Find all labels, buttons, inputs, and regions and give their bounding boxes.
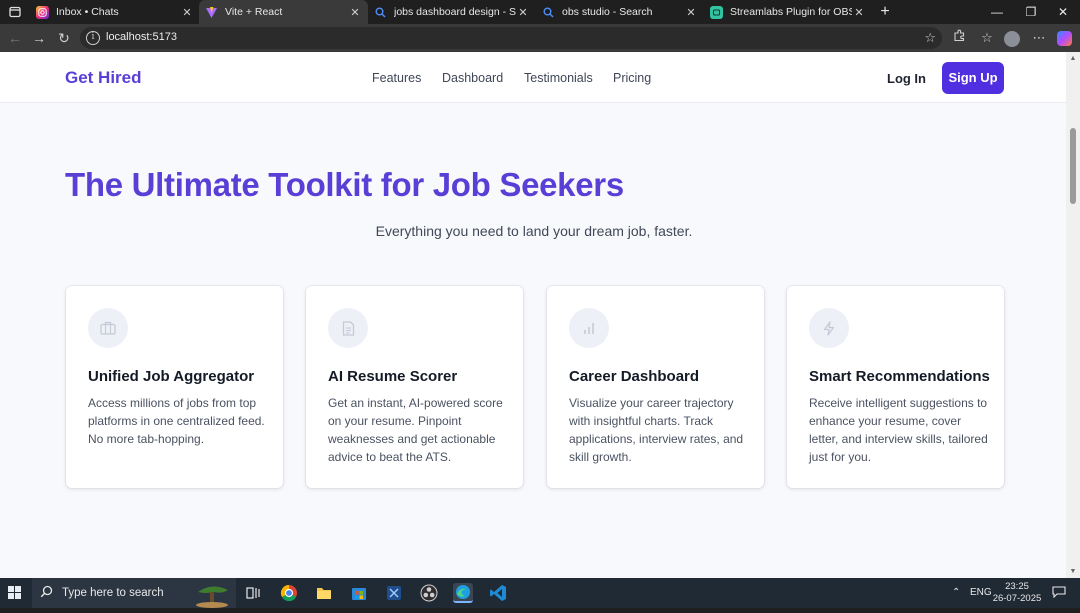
taskbar-clock[interactable]: 23:25 26-07-2025 <box>992 581 1042 605</box>
nav-link-features[interactable]: Features <box>372 71 421 85</box>
close-window-button[interactable]: ✕ <box>1046 0 1080 24</box>
site-logo[interactable]: Get Hired <box>65 68 142 88</box>
windows-start-icon[interactable] <box>8 586 22 600</box>
forward-arrow-icon[interactable]: → <box>30 29 48 47</box>
feature-description: Receive intelligent suggestions to enhan… <box>809 396 988 464</box>
streamlabs-icon <box>710 5 723 19</box>
feature-card-career-dashboard: Career Dashboard Visualize your career t… <box>547 286 764 488</box>
vite-icon <box>205 6 218 19</box>
microsoft-store-icon[interactable] <box>349 583 369 603</box>
browser-tab-strip: Inbox • Chats ✕ Vite + React ✕ jobs dash… <box>0 0 1080 24</box>
scroll-down-icon[interactable]: ▼ <box>1069 568 1077 575</box>
browser-tab-jobs-search[interactable]: jobs dashboard design - Search ✕ <box>368 0 536 24</box>
nav-link-pricing[interactable]: Pricing <box>613 71 651 85</box>
close-tab-icon[interactable]: ✕ <box>852 6 866 19</box>
reload-icon[interactable]: ↻ <box>55 29 73 47</box>
tab-title: Streamlabs Plugin for OBS | Add A <box>730 6 852 18</box>
extensions-icon[interactable] <box>950 29 968 47</box>
page-viewport: Get Hired Features Dashboard Testimonial… <box>0 52 1066 578</box>
address-bar-url[interactable]: localhost:5173 <box>106 31 177 43</box>
scrollbar-thumb[interactable] <box>1070 128 1076 204</box>
hero-subtitle: Everything you need to land your dream j… <box>375 223 693 239</box>
file-explorer-icon[interactable] <box>314 583 334 603</box>
language-indicator[interactable]: ENG <box>970 578 992 608</box>
feature-description: Access millions of jobs from top platfor… <box>88 396 265 446</box>
bar-chart-icon <box>569 308 609 348</box>
tab-title: Vite + React <box>225 6 283 18</box>
address-bar[interactable]: i localhost:5173 ☆ <box>80 27 942 49</box>
feature-card-aggregator: Unified Job Aggregator Access millions o… <box>66 286 283 488</box>
hero-title: The Ultimate Toolkit for Job Seekers <box>65 166 624 203</box>
close-tab-icon[interactable]: ✕ <box>180 6 194 19</box>
site-info-icon[interactable]: i <box>86 31 100 45</box>
new-tab-button[interactable]: + <box>876 2 894 22</box>
briefcase-icon <box>88 308 128 348</box>
browser-tab-streamlabs[interactable]: Streamlabs Plugin for OBS | Add A ✕ <box>704 0 872 24</box>
feature-card-recommendations: Smart Recommendations Receive intelligen… <box>787 286 1004 488</box>
tab-title: obs studio - Search <box>562 6 653 18</box>
feature-card-resume-scorer: AI Resume Scorer Get an instant, AI-powe… <box>306 286 523 488</box>
show-hidden-icons-icon[interactable]: ⌃ <box>952 578 960 608</box>
task-view-icon[interactable] <box>243 583 263 603</box>
instagram-icon <box>36 5 49 19</box>
chrome-icon[interactable] <box>279 583 299 603</box>
feature-title: AI Resume Scorer <box>328 368 458 385</box>
clock-date: 26-07-2025 <box>992 593 1042 604</box>
taskbar-search[interactable]: Type here to search <box>32 578 236 608</box>
snipping-tool-icon[interactable] <box>384 583 404 603</box>
browser-tab-vite[interactable]: Vite + React ✕ <box>199 0 368 24</box>
windows-taskbar: Type here to search ⌃ ENG 23:25 26-07-20… <box>0 578 1080 608</box>
restore-button[interactable]: ❐ <box>1014 0 1048 24</box>
scroll-up-icon[interactable]: ▲ <box>1069 55 1077 62</box>
browser-toolbar: ← → ↻ i localhost:5173 ☆ ☆ ⋯ <box>0 24 1080 52</box>
feature-description: Get an instant, AI-powered score on your… <box>328 396 503 464</box>
obs-studio-icon[interactable] <box>419 583 439 603</box>
site-header: Get Hired Features Dashboard Testimonial… <box>0 52 1066 103</box>
clock-time: 23:25 <box>1005 581 1029 592</box>
close-tab-icon[interactable]: ✕ <box>348 6 362 19</box>
vscode-icon[interactable] <box>488 583 508 603</box>
search-icon <box>542 6 555 19</box>
lightning-icon <box>809 308 849 348</box>
feature-title: Smart Recommendations <box>809 368 990 385</box>
taskbar-search-placeholder: Type here to search <box>62 587 164 599</box>
tab-actions-icon[interactable] <box>6 3 24 21</box>
more-menu-icon[interactable]: ⋯ <box>1030 29 1048 47</box>
notification-icon[interactable] <box>1052 578 1066 608</box>
feature-description: Visualize your career trajectory with in… <box>569 396 744 464</box>
edge-browser-icon[interactable] <box>453 583 473 603</box>
close-tab-icon[interactable]: ✕ <box>684 6 698 19</box>
profile-avatar-icon[interactable] <box>1003 29 1021 47</box>
login-button[interactable]: Log In <box>887 71 926 86</box>
search-icon <box>374 6 387 19</box>
page-scrollbar[interactable]: ▲ ▼ <box>1066 52 1080 578</box>
favorite-star-icon[interactable]: ☆ <box>924 30 936 46</box>
search-highlight-image <box>192 580 234 608</box>
back-arrow-icon[interactable]: ← <box>6 29 24 47</box>
tab-title: jobs dashboard design - Search <box>394 6 516 18</box>
favorites-icon[interactable]: ☆ <box>978 29 996 47</box>
minimize-button[interactable]: — <box>980 0 1014 24</box>
feature-title: Career Dashboard <box>569 368 700 385</box>
feature-title: Unified Job Aggregator <box>88 368 255 385</box>
browser-tab-obs-search[interactable]: obs studio - Search ✕ <box>536 0 704 24</box>
tab-title: Inbox • Chats <box>56 6 119 18</box>
search-icon <box>40 585 53 601</box>
document-icon <box>328 308 368 348</box>
nav-link-dashboard[interactable]: Dashboard <box>442 71 503 85</box>
browser-tab-inbox[interactable]: Inbox • Chats ✕ <box>30 0 200 24</box>
nav-link-testimonials[interactable]: Testimonials <box>524 71 593 85</box>
copilot-icon[interactable] <box>1055 29 1073 47</box>
signup-button[interactable]: Sign Up <box>942 62 1004 94</box>
close-tab-icon[interactable]: ✕ <box>516 6 530 19</box>
